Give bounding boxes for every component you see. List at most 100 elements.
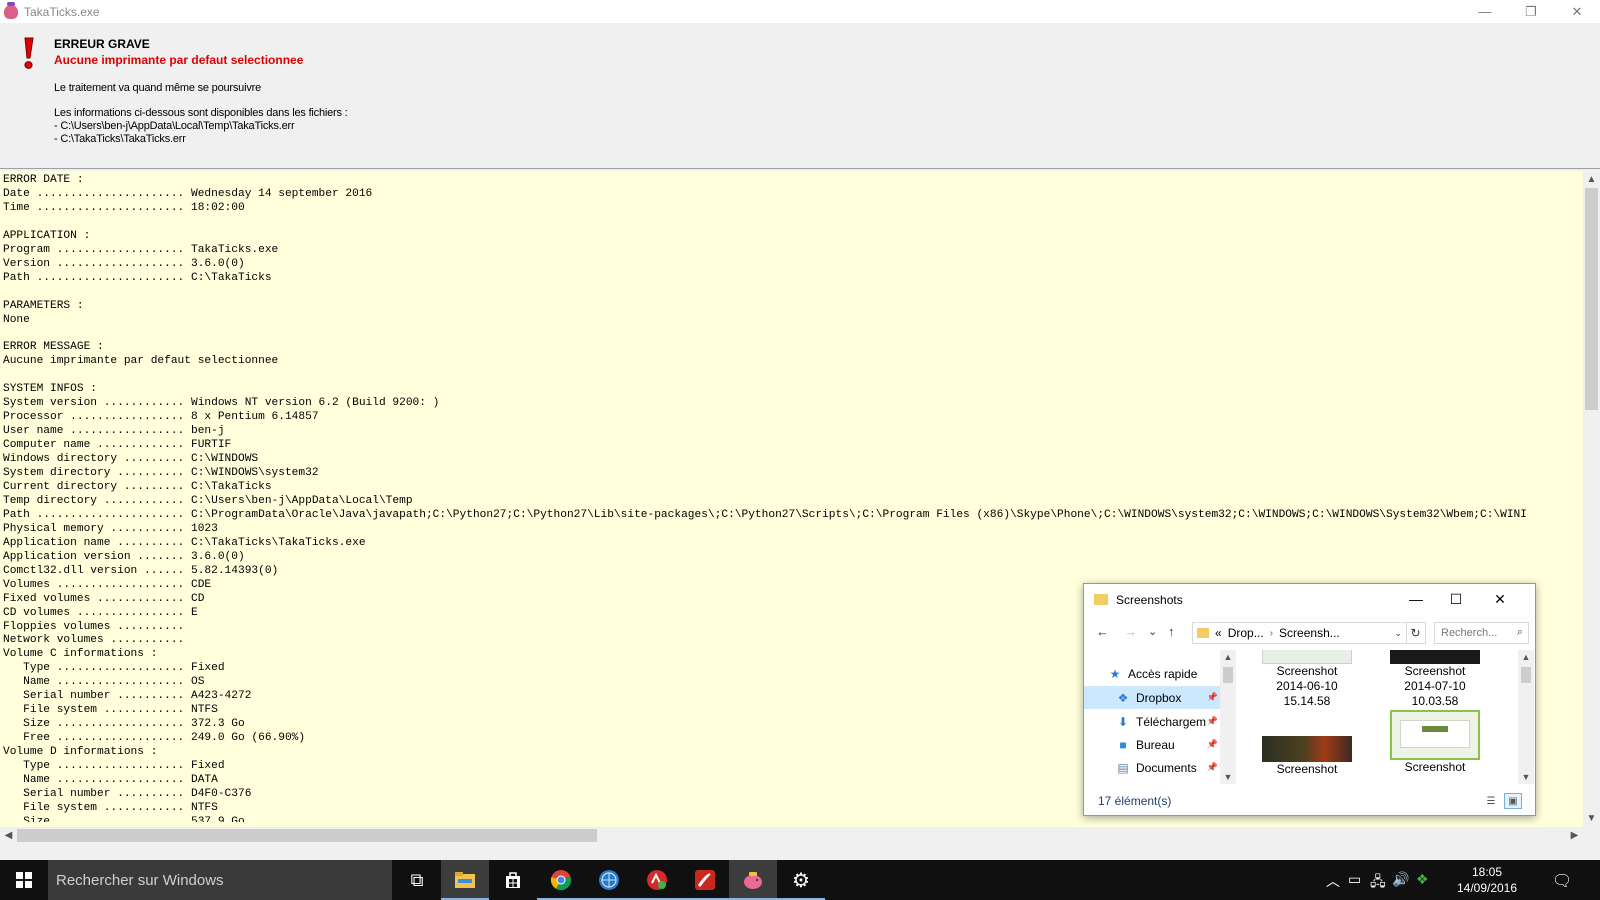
pin-icon: 📌 xyxy=(1206,716,1218,726)
taskbar: Rechercher sur Windows ⧉ ⚙ ︿ ▭ 🖧 🔊 ❖ 18:… xyxy=(0,860,1600,900)
nav-item-desktop[interactable]: ■ Bureau 📌 xyxy=(1084,733,1220,756)
chrome-icon xyxy=(550,870,572,891)
nav-item-label: Dropbox xyxy=(1136,690,1182,705)
scroll-down-icon[interactable]: ▼ xyxy=(1220,770,1236,784)
nav-item-downloads[interactable]: ⬇ Téléchargem 📌 xyxy=(1084,710,1220,733)
thumbnail-image xyxy=(1262,736,1352,762)
forward-arrow-icon[interactable]: → xyxy=(1124,624,1137,639)
chevron-down-icon[interactable]: ⌄ xyxy=(1394,628,1402,639)
piggy-bank-icon xyxy=(744,872,762,889)
tray-chevron-up-icon[interactable]: ︿ xyxy=(1326,871,1340,891)
file-name: Screenshot xyxy=(1276,664,1338,678)
scroll-left-icon[interactable]: ◀ xyxy=(0,827,17,844)
file-item[interactable]: Screenshot xyxy=(1252,736,1362,777)
breadcrumb-screenshots[interactable]: Screensh... xyxy=(1279,626,1340,640)
taskbar-settings[interactable]: ⚙ xyxy=(777,860,825,900)
notifications-icon[interactable]: 🗨 xyxy=(1552,871,1572,891)
scroll-thumb[interactable] xyxy=(17,829,597,842)
taskbar-antivirus[interactable] xyxy=(633,860,681,900)
nav-item-dropbox[interactable]: ❖ Dropbox 📌 xyxy=(1084,686,1220,709)
scroll-down-icon[interactable]: ▼ xyxy=(1518,770,1534,784)
nav-item-label: Bureau xyxy=(1136,737,1175,752)
globe-icon xyxy=(599,870,619,890)
task-view-icon: ⧉ xyxy=(410,869,424,890)
explorer-toolbar: ← → ⌄ ↑ « Drop... › Screensh... ⌄ ↻ Rech… xyxy=(1084,616,1535,648)
search-icon: ⌕ xyxy=(1516,626,1523,638)
taskbar-file-explorer[interactable] xyxy=(441,860,489,900)
details-view-icon[interactable]: ☰ xyxy=(1482,793,1500,809)
file-item[interactable]: Screenshot 2014-07-10 10.03.58 xyxy=(1380,650,1490,709)
explorer-window[interactable]: Screenshots — ☐ ✕ ← → ⌄ ↑ « Drop... › Sc… xyxy=(1083,583,1536,816)
scroll-right-icon[interactable]: ▶ xyxy=(1566,827,1583,844)
taskbar-store[interactable] xyxy=(489,860,537,900)
acrobat-icon xyxy=(695,870,715,890)
file-name: Screenshot xyxy=(1404,760,1466,774)
navigation-scrollbar[interactable]: ▲ ▼ xyxy=(1220,650,1236,784)
up-arrow-icon[interactable]: ↑ xyxy=(1168,624,1175,639)
title-bar: TakaTicks.exe — ❐ ✕ xyxy=(0,0,1600,23)
nav-item-documents[interactable]: ▤ Documents 📌 xyxy=(1084,756,1220,779)
search-input[interactable]: Recherch... ⌕ xyxy=(1434,622,1529,644)
scroll-up-icon[interactable]: ▲ xyxy=(1220,650,1236,664)
windows-logo-icon xyxy=(16,872,32,888)
file-item[interactable]: Screenshot xyxy=(1380,710,1490,775)
file-item[interactable]: Screenshot 2014-06-10 15.14.58 xyxy=(1252,650,1362,709)
gear-icon: ⚙ xyxy=(792,869,810,892)
message-line: - C:\TakaTicks\TakaTicks.err xyxy=(54,133,186,145)
file-date: 2014-06-10 xyxy=(1276,679,1338,693)
minimize-button[interactable]: — xyxy=(1462,0,1508,23)
volume-icon[interactable]: 🔊 xyxy=(1392,871,1409,888)
scroll-thumb[interactable] xyxy=(1223,667,1233,683)
dropbox-tray-icon[interactable]: ❖ xyxy=(1416,871,1429,888)
clock-time: 18:05 xyxy=(1471,865,1503,879)
search-placeholder: Recherch... xyxy=(1441,627,1498,639)
restore-button[interactable]: ❐ xyxy=(1508,0,1554,23)
scroll-down-icon[interactable]: ▼ xyxy=(1583,810,1600,827)
chevron-right-icon: › xyxy=(1269,627,1274,639)
horizontal-scrollbar[interactable]: ◀ ▶ xyxy=(0,827,1583,844)
address-overflow[interactable]: « xyxy=(1215,626,1222,640)
breadcrumb-dropbox[interactable]: Drop... xyxy=(1228,626,1264,640)
network-icon[interactable]: 🖧 xyxy=(1370,871,1386,895)
explorer-minimize-button[interactable]: — xyxy=(1396,588,1436,610)
vertical-scrollbar[interactable]: ▲ ▼ xyxy=(1583,171,1600,827)
navigation-pane: ★ Accès rapide ❖ Dropbox 📌 ⬇ Téléchargem… xyxy=(1084,650,1236,784)
taskbar-takaticks[interactable] xyxy=(729,860,777,900)
start-button[interactable] xyxy=(0,860,48,900)
file-time: 15.14.58 xyxy=(1283,694,1331,708)
taskbar-search-input[interactable]: Rechercher sur Windows xyxy=(48,860,392,900)
message-line: Le traitement va quand même se poursuivr… xyxy=(54,82,262,94)
close-button[interactable]: ✕ xyxy=(1554,0,1600,23)
thumbnail-image xyxy=(1262,650,1352,664)
file-date: 2014-07-10 xyxy=(1404,679,1466,693)
explorer-title: Screenshots xyxy=(1116,593,1183,607)
taskbar-globe-app[interactable] xyxy=(585,860,633,900)
task-view-button[interactable]: ⧉ xyxy=(393,860,441,900)
app-piggy-icon xyxy=(4,1,18,19)
pin-icon: 📌 xyxy=(1206,739,1218,749)
pin-icon: 📌 xyxy=(1206,692,1218,702)
recent-chevron-icon[interactable]: ⌄ xyxy=(1148,625,1157,638)
scroll-up-icon[interactable]: ▲ xyxy=(1583,171,1600,188)
explorer-close-button[interactable]: ✕ xyxy=(1480,588,1520,610)
documents-icon: ▤ xyxy=(1117,760,1129,775)
explorer-maximize-button[interactable]: ☐ xyxy=(1436,588,1476,610)
window-title: TakaTicks.exe xyxy=(24,4,100,19)
clock[interactable]: 18:05 14/09/2016 xyxy=(1447,864,1527,896)
back-arrow-icon[interactable]: ← xyxy=(1096,624,1109,639)
scroll-thumb[interactable] xyxy=(1585,188,1598,410)
nav-item-quick-access[interactable]: ★ Accès rapide xyxy=(1084,662,1220,685)
taskbar-chrome[interactable] xyxy=(537,860,585,900)
large-icons-view-icon[interactable]: ▣ xyxy=(1504,793,1522,809)
explorer-title-bar: Screenshots — ☐ ✕ xyxy=(1084,584,1535,616)
dropbox-icon: ❖ xyxy=(1117,690,1129,705)
item-count: 17 élément(s) xyxy=(1098,794,1172,808)
file-list-scrollbar[interactable]: ▲ ▼ xyxy=(1518,650,1534,784)
thumbnail-image xyxy=(1390,650,1480,664)
scroll-thumb[interactable] xyxy=(1521,667,1531,683)
scroll-up-icon[interactable]: ▲ xyxy=(1518,650,1534,664)
address-bar[interactable]: « Drop... › Screensh... ⌄ xyxy=(1192,622,1407,644)
taskbar-acrobat[interactable] xyxy=(681,860,729,900)
battery-icon[interactable]: ▭ xyxy=(1348,871,1361,888)
refresh-button[interactable]: ↻ xyxy=(1406,622,1426,644)
